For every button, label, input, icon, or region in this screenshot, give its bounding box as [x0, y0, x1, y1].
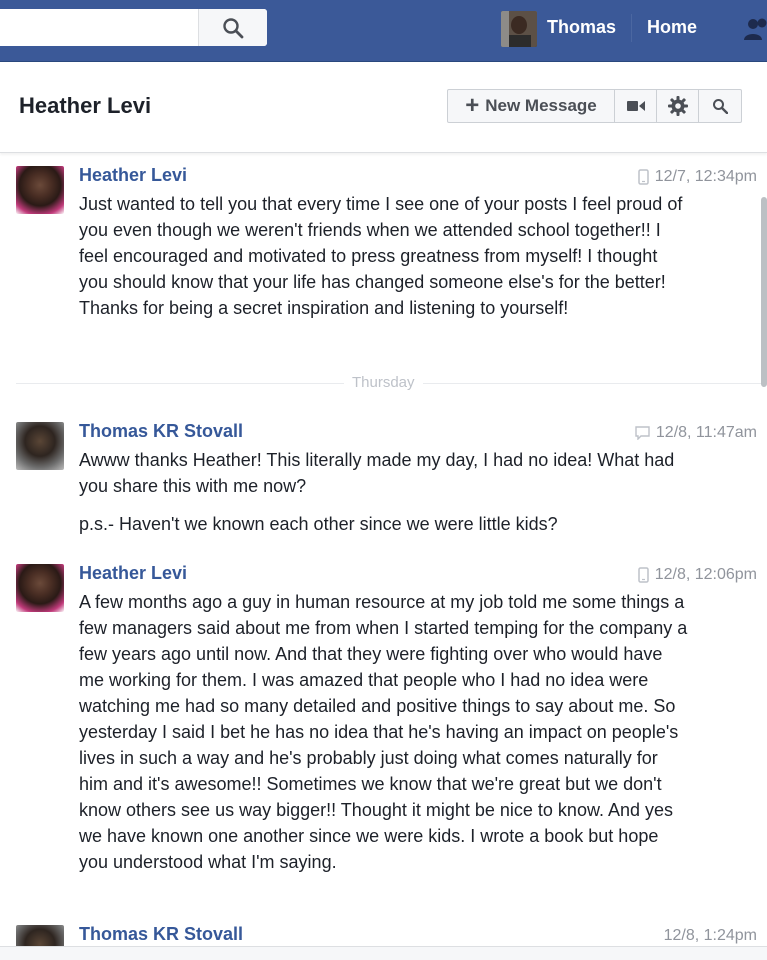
avatar[interactable] [16, 925, 64, 946]
date-divider-label: Thursday [344, 374, 423, 391]
timestamp-text: 12/8, 1:24pm [663, 927, 757, 944]
message-body: p.s.- Haven't we known each other since … [79, 514, 558, 534]
plus-icon: + [465, 92, 480, 119]
search-icon [713, 99, 728, 114]
timestamp-text: 12/7, 12:34pm [654, 168, 757, 185]
mobile-icon [637, 169, 649, 185]
profile-avatar[interactable] [501, 11, 537, 47]
scrollbar[interactable] [761, 197, 767, 387]
message-timestamp: 12/8, 11:47am [635, 424, 757, 442]
new-message-label: New Message [485, 96, 597, 115]
new-message-button[interactable]: + New Message [448, 90, 615, 122]
message-timestamp: 12/8, 12:06pm [637, 566, 757, 584]
header-actions: + New Message [447, 89, 742, 123]
message-thread[interactable]: Heather Levi 12/7, 12:34pm Just wanted t… [0, 153, 767, 946]
conversation-header: Heather Levi + New Message [0, 62, 767, 153]
sender-name[interactable]: Heather Levi [79, 563, 187, 584]
search-button[interactable] [198, 9, 267, 46]
gear-icon [667, 96, 688, 116]
search-icon [223, 17, 244, 38]
sender-name[interactable]: Thomas KR Stovall [79, 924, 243, 945]
home-link[interactable]: Home [647, 17, 697, 38]
timestamp-text: 12/8, 12:06pm [654, 566, 757, 583]
search-conversation-button[interactable] [699, 90, 741, 122]
avatar[interactable] [16, 166, 64, 214]
conversation-title: Heather Levi [19, 93, 152, 118]
message-body: A few months ago a guy in human resource… [79, 592, 688, 872]
profile-name-link[interactable]: Thomas [547, 17, 616, 38]
settings-button[interactable] [657, 90, 699, 122]
message-body: Just wanted to tell you that every time … [79, 194, 683, 318]
friend-requests-button[interactable] [742, 14, 767, 44]
timestamp-text: 12/8, 11:47am [655, 424, 757, 441]
search-input[interactable] [0, 9, 198, 46]
avatar[interactable] [16, 564, 64, 612]
friends-icon [744, 18, 767, 40]
sender-name[interactable]: Heather Levi [79, 165, 187, 186]
message-timestamp: 12/8, 1:24pm [664, 927, 757, 945]
message-body: Awww thanks Heather! This literally made… [79, 450, 675, 496]
sender-name[interactable]: Thomas KR Stovall [79, 421, 243, 442]
nav-divider [631, 14, 632, 42]
mobile-icon [637, 567, 649, 583]
search-box [0, 9, 267, 46]
video-call-icon [626, 101, 645, 111]
chat-icon [635, 426, 650, 440]
video-call-button[interactable] [615, 90, 657, 122]
bottom-bar [0, 946, 767, 960]
message-timestamp: 12/7, 12:34pm [637, 168, 757, 186]
avatar[interactable] [16, 422, 64, 470]
top-navigation-bar: Thomas Home [0, 0, 767, 62]
